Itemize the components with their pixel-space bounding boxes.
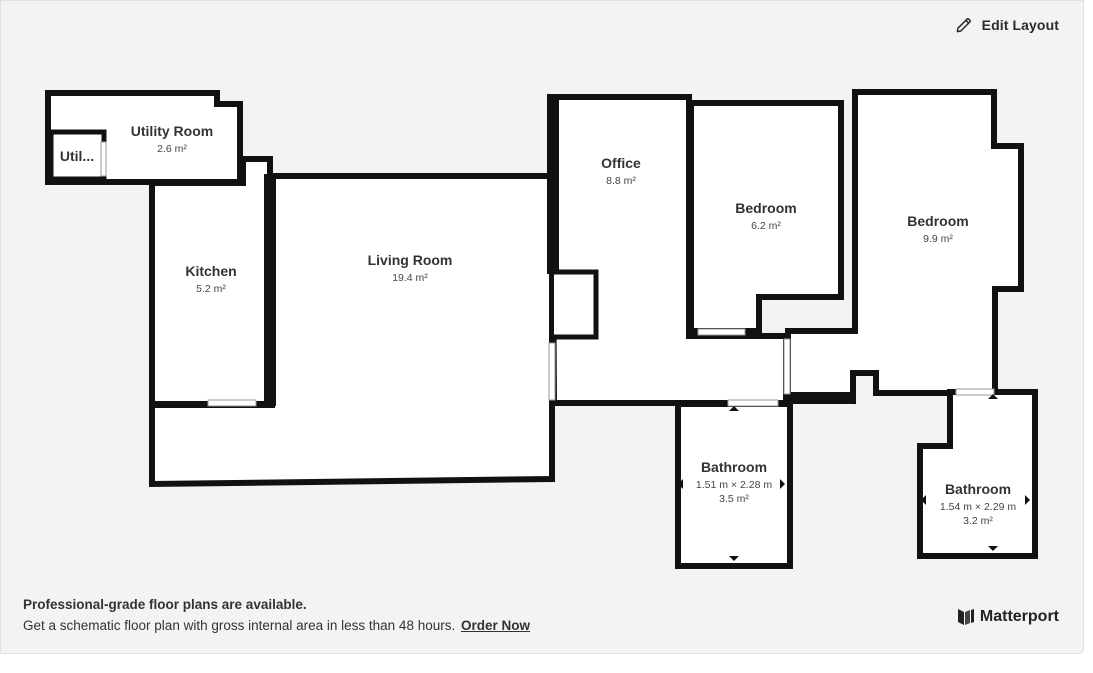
order-now-link[interactable]: Order Now (461, 618, 530, 633)
floor-plan: Utility Room 2.6 m² Util... Kitchen 5.2 … (45, 89, 1038, 569)
office-nook-shape (554, 269, 599, 340)
promo-headline: Professional-grade floor plans are avail… (23, 597, 307, 612)
floor-plan-card: Utility Room 2.6 m² Util... Kitchen 5.2 … (0, 0, 1084, 654)
bedroom-1-area: 6.2 m² (751, 220, 781, 232)
kitchen-shape[interactable] (149, 156, 273, 407)
kitchen-area: 5.2 m² (196, 283, 226, 295)
edit-layout-button[interactable]: Edit Layout (950, 13, 1063, 37)
living-room-name: Living Room (368, 252, 453, 268)
promo-text-row: Get a schematic floor plan with gross in… (23, 618, 530, 633)
bedroom-2-area: 9.9 m² (923, 233, 953, 245)
kitchen-name: Kitchen (185, 263, 236, 279)
bedroom-2-name: Bedroom (907, 213, 968, 229)
footer-promo: Professional-grade floor plans are avail… (23, 597, 530, 633)
bathroom-2-shape[interactable] (917, 389, 1038, 559)
office-area: 8.8 m² (606, 175, 636, 187)
pencil-icon (956, 18, 971, 33)
office-name: Office (601, 155, 641, 171)
matterport-brand: Matterport (956, 607, 1059, 627)
promo-text: Get a schematic floor plan with gross in… (23, 618, 456, 633)
edit-layout-label: Edit Layout (981, 17, 1059, 33)
utility-room-name: Utility Room (131, 123, 213, 139)
bathroom-2-dims: 1.54 m × 2.29 m (940, 501, 1016, 513)
bedroom-1-shape[interactable] (688, 100, 844, 334)
bathroom-1-dims: 1.51 m × 2.28 m (696, 479, 772, 491)
brand-name: Matterport (979, 608, 1059, 625)
util-closet-name: Util... (60, 148, 94, 164)
bathroom-2-name: Bathroom (945, 481, 1011, 497)
bathroom-1-name: Bathroom (701, 459, 767, 475)
bathroom-2-area: 3.2 m² (963, 515, 993, 527)
bathroom-1-area: 3.5 m² (719, 493, 749, 505)
living-room-area: 19.4 m² (392, 272, 428, 284)
bedroom-1-name: Bedroom (735, 200, 796, 216)
utility-room-area: 2.6 m² (157, 143, 187, 155)
matterport-logo-icon (957, 609, 974, 625)
